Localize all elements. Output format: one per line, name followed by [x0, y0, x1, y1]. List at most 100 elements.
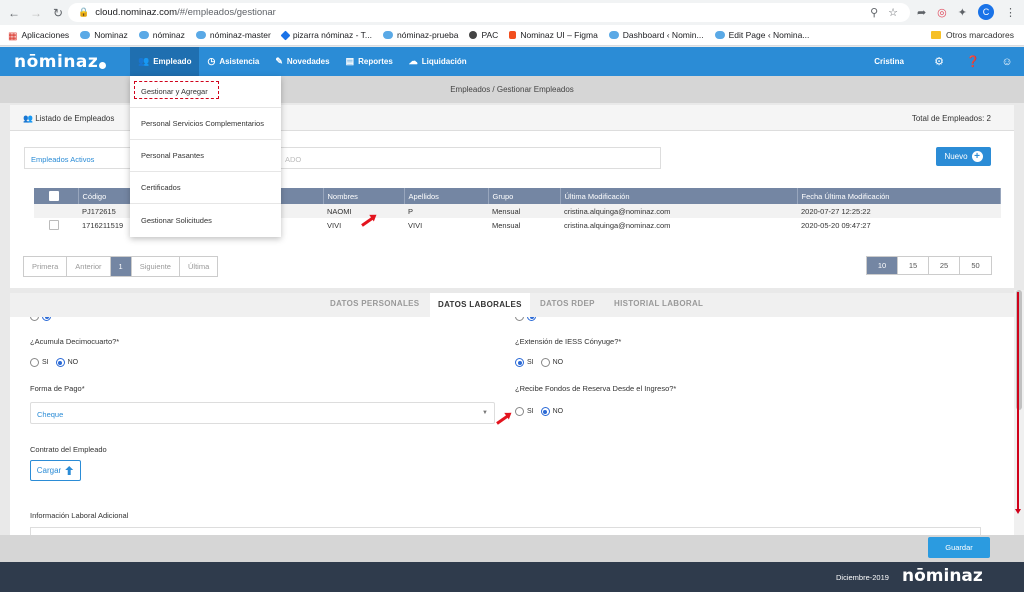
- folder-icon: [930, 31, 941, 39]
- column-header[interactable]: Nombres: [323, 188, 405, 204]
- fondos-reserva-radio: SI NO: [515, 407, 567, 416]
- column-header[interactable]: Apellidos: [404, 188, 489, 204]
- page-first[interactable]: Primera: [24, 257, 68, 276]
- page-next[interactable]: Siguiente: [132, 257, 180, 276]
- address-bar[interactable]: 🔒 cloud.nominaz.com/#/empleados/gestiona…: [68, 3, 910, 22]
- search-input[interactable]: ADO: [280, 147, 661, 169]
- status-filter-select[interactable]: Empleados Activos: [24, 147, 140, 169]
- footer: Diciembre-2019 nōminaz: [0, 562, 1024, 592]
- share-icon[interactable]: ➦: [917, 6, 926, 19]
- row-checkbox[interactable]: [49, 220, 59, 230]
- key-icon[interactable]: ⚲: [870, 6, 878, 19]
- lock-icon: 🔒: [78, 7, 90, 17]
- save-button[interactable]: Guardar: [928, 537, 990, 558]
- radio-no[interactable]: [55, 358, 65, 367]
- page-size-option[interactable]: 50: [960, 257, 991, 274]
- menu-reportes[interactable]: ▤ Reportes: [338, 47, 401, 76]
- user-icon[interactable]: ☺: [990, 56, 1024, 68]
- cloud-icon: [714, 31, 725, 39]
- page-current[interactable]: 1: [110, 257, 132, 276]
- dropdown-item-servicios[interactable]: Personal Servicios Complementarios: [130, 108, 281, 140]
- bookmark-item[interactable]: nóminaz-master: [195, 30, 271, 40]
- star-icon[interactable]: ☆: [888, 6, 898, 19]
- cell-fecha: 2020-07-27 12:25:22: [797, 204, 1001, 218]
- app-logo[interactable]: nōminaz: [14, 52, 107, 72]
- tab-datos-laborales[interactable]: DATOS LABORALES: [430, 293, 530, 317]
- browser-toolbar: ← → ↻ 🔒 cloud.nominaz.com/#/empleados/ge…: [0, 0, 1024, 25]
- clock-icon: ◷: [207, 56, 216, 66]
- column-header[interactable]: Última Modificación: [560, 188, 798, 204]
- menu-dots-icon[interactable]: ⋮: [1005, 6, 1016, 19]
- apps-grid-icon: ▦: [8, 31, 18, 42]
- reload-icon[interactable]: ↻: [50, 5, 66, 21]
- tab-datos-personales[interactable]: DATOS PERSONALES: [330, 299, 419, 308]
- datos-laborales-form: ¿Acumula Decimocuarto?* SI NO ¿Extensión…: [10, 317, 1014, 535]
- radio-si[interactable]: [515, 407, 524, 416]
- bookmark-item[interactable]: PAC: [469, 30, 498, 40]
- column-header[interactable]: Fecha Última Modificación: [797, 188, 1001, 204]
- cloud-icon: ☁: [408, 56, 418, 66]
- highlight-box: [134, 81, 219, 99]
- help-icon[interactable]: ❓: [956, 55, 990, 68]
- dropdown-item-pasantes[interactable]: Personal Pasantes: [130, 140, 281, 172]
- new-employee-button[interactable]: Nuevo +: [936, 147, 991, 166]
- radio-si[interactable]: [30, 358, 39, 367]
- column-header[interactable]: Código: [78, 188, 135, 204]
- annotation-scroll-arrow-icon: [1015, 292, 1020, 514]
- tab-datos-rdep[interactable]: DATOS RDEP: [540, 299, 595, 308]
- tab-historial-laboral[interactable]: HISTORIAL LABORAL: [614, 299, 703, 308]
- settings-icon[interactable]: ⚙: [922, 55, 956, 68]
- bookmark-item[interactable]: nóminaz: [138, 30, 185, 40]
- select-all-checkbox[interactable]: [49, 191, 59, 201]
- cell-apellidos: VIVI: [408, 220, 423, 230]
- page-prev[interactable]: Anterior: [67, 257, 111, 276]
- main-menu: 👥 Empleado ◷ Asistencia ✎ Novedades ▤ Report…: [130, 47, 475, 76]
- info-adicional-field[interactable]: [30, 527, 981, 535]
- bookmark-item[interactable]: pizarra nóminaz - T...: [280, 30, 372, 40]
- menu-novedades[interactable]: ✎ Novedades: [267, 47, 337, 76]
- cloud-icon: [608, 31, 619, 39]
- bookmark-item[interactable]: Nominaz UI – Figma: [509, 30, 598, 40]
- page-last[interactable]: Última: [180, 257, 217, 276]
- page-size-selector: 10 15 25 50: [866, 256, 992, 275]
- bookmark-item[interactable]: Dashboard ‹ Nomin...: [608, 30, 704, 40]
- puzzle-icon[interactable]: ✦: [958, 6, 967, 19]
- page-size-option[interactable]: 10: [867, 257, 898, 274]
- users-icon: 👥: [138, 56, 150, 66]
- menu-liquidacion[interactable]: ☁ Liquidación: [401, 47, 475, 76]
- form-scrollbar[interactable]: [1014, 290, 1024, 535]
- page-size-option[interactable]: 15: [898, 257, 929, 274]
- cloud-icon: [383, 31, 394, 39]
- empleado-dropdown-menu: Gestionar y Agregar Personal Servicios C…: [130, 76, 281, 237]
- pagination: Primera Anterior 1 Siguiente Última: [23, 256, 219, 277]
- edit-icon: ✎: [275, 56, 283, 66]
- bookmark-item[interactable]: Edit Page ‹ Nomina...: [714, 30, 809, 40]
- extension-iess-radio: SI NO: [515, 358, 567, 367]
- forma-pago-select[interactable]: Cheque ▼: [30, 402, 495, 424]
- radio-no[interactable]: [540, 358, 550, 367]
- plus-icon: +: [971, 151, 983, 162]
- page-size-option[interactable]: 25: [929, 257, 960, 274]
- menu-empleado[interactable]: 👥 Empleado: [130, 47, 200, 76]
- back-icon[interactable]: ←: [6, 5, 22, 21]
- bookmark-item[interactable]: Nominaz: [80, 30, 128, 40]
- list-title: 👥 Listado de Empleados: [23, 114, 115, 123]
- extension-target-icon[interactable]: ◎: [937, 6, 947, 19]
- profile-avatar[interactable]: C: [978, 4, 994, 20]
- dropdown-item-solicitudes[interactable]: Gestionar Solicitudes: [130, 204, 281, 236]
- bookmark-item[interactable]: nóminaz-prueba: [383, 30, 458, 40]
- cell-nombres: NAOMI: [323, 204, 404, 218]
- upload-contract-button[interactable]: Cargar: [30, 460, 81, 481]
- other-bookmarks[interactable]: Otros marcadores: [930, 30, 1014, 40]
- menu-asistencia[interactable]: ◷ Asistencia: [199, 47, 267, 76]
- select-all-checkbox-cell[interactable]: [34, 188, 79, 204]
- column-header[interactable]: Grupo: [488, 188, 561, 204]
- globe-icon: [469, 31, 478, 39]
- dropdown-item-certificados[interactable]: Certificados: [130, 172, 281, 204]
- radio-no[interactable]: [540, 407, 550, 416]
- user-name[interactable]: Cristina: [874, 57, 904, 66]
- footer-date: Diciembre-2019: [836, 573, 889, 582]
- radio-si[interactable]: [515, 358, 524, 367]
- forward-icon[interactable]: →: [28, 5, 44, 21]
- bookmark-apps[interactable]: ▦ Aplicaciones: [8, 30, 69, 42]
